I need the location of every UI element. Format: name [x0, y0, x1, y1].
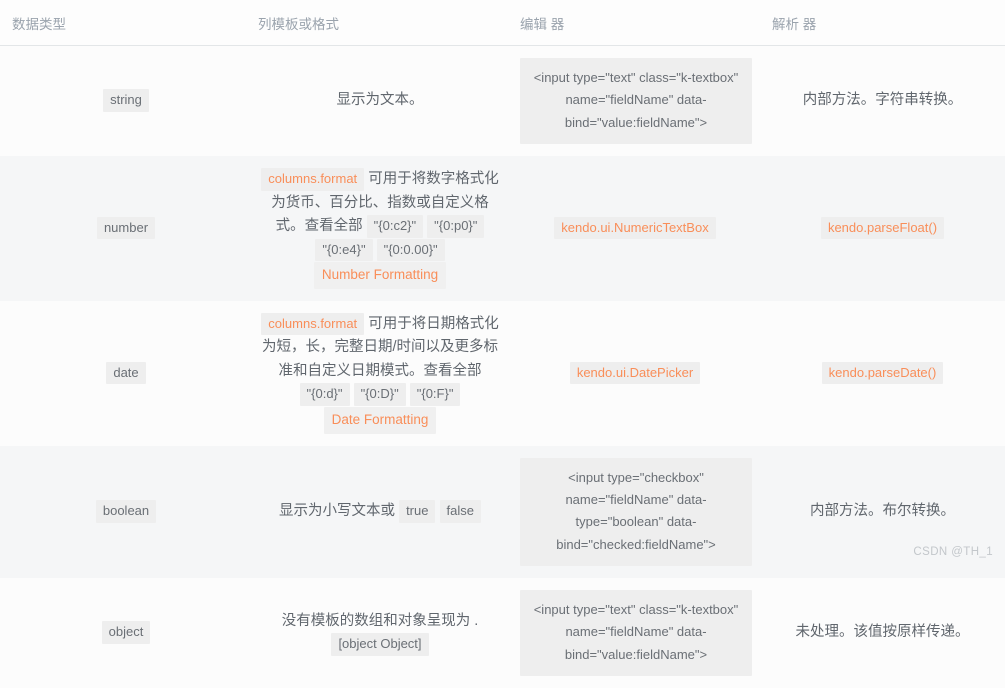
- table-row: string 显示为文本。 <input type="text" class="…: [0, 46, 1005, 157]
- cell-template: columns.format 可用于将数字格式化为货币、百分比、指数或自定义格式…: [250, 156, 510, 301]
- editor-code-block: <input type="text" class="k-textbox" nam…: [520, 58, 752, 144]
- data-type-reference-table: 数据类型 列模板或格式 编辑 器 解析 器 string 显示为文本。 <inp…: [0, 0, 1005, 688]
- editor-code-block: <input type="checkbox" name="fieldName" …: [520, 458, 752, 566]
- template-text: 没有模板的数组和对象呈现为 .: [282, 613, 479, 629]
- code-line: bind="value:fieldName">: [565, 115, 707, 130]
- cell-data-type: boolean: [0, 446, 250, 578]
- code-line: <input type="text" class="k-textbox": [534, 602, 739, 617]
- cell-template: 显示为小写文本或 true false: [250, 446, 510, 578]
- cell-parser: kendo.parseFloat(): [760, 156, 1005, 301]
- watermark: CSDN @TH_1: [913, 546, 993, 558]
- parser-code-link[interactable]: kendo.parseDate(): [822, 362, 944, 385]
- cell-data-type: string: [0, 46, 250, 157]
- cell-editor: kendo.ui.NumericTextBox: [510, 156, 760, 301]
- table-row: number columns.format 可用于将数字格式化为货币、百分比、指…: [0, 156, 1005, 301]
- date-formatting-link[interactable]: Date Formatting: [324, 407, 437, 434]
- value-badge-true: true: [399, 500, 435, 523]
- type-badge-boolean: boolean: [96, 500, 156, 523]
- cell-template: columns.format 可用于将日期格式化为短，长，完整日期/时间以及更多…: [250, 301, 510, 446]
- columns-format-code: columns.format: [261, 313, 364, 336]
- template-text: 显示为小写文本或: [279, 503, 399, 519]
- parser-text: 内部方法。布尔转换。: [810, 503, 955, 519]
- cell-template: 显示为文本。: [250, 46, 510, 157]
- table-header-row: 数据类型 列模板或格式 编辑 器 解析 器: [0, 0, 1005, 46]
- code-line: name="fieldName" data-: [565, 624, 706, 639]
- cell-template: 没有模板的数组和对象呈现为 . [object Object]: [250, 578, 510, 688]
- editor-code-link[interactable]: kendo.ui.DatePicker: [570, 362, 700, 385]
- type-badge-date: date: [106, 362, 145, 385]
- code-line: <input type="text" class="k-textbox": [534, 70, 739, 85]
- table-row: date columns.format 可用于将日期格式化为短，长，完整日期/时…: [0, 301, 1005, 446]
- editor-code-link[interactable]: kendo.ui.NumericTextBox: [554, 217, 715, 240]
- code-line: name="fieldName" data-: [565, 492, 706, 507]
- parser-text: 内部方法。字符串转换。: [803, 92, 963, 108]
- parser-code-link[interactable]: kendo.parseFloat(): [821, 217, 944, 240]
- column-header-parser: 解析 器: [760, 0, 1005, 46]
- type-badge-number: number: [97, 217, 155, 240]
- code-line: bind="checked:fieldName">: [556, 537, 716, 552]
- format-badge: "{0:e4}": [315, 239, 372, 262]
- table-row: object 没有模板的数组和对象呈现为 . [object Object] <…: [0, 578, 1005, 688]
- cell-parser: 内部方法。字符串转换。: [760, 46, 1005, 157]
- code-line: name="fieldName" data-: [565, 92, 706, 107]
- table-body: string 显示为文本。 <input type="text" class="…: [0, 46, 1005, 688]
- column-header-data-type: 数据类型: [0, 0, 250, 46]
- cell-parser: 内部方法。布尔转换。: [760, 446, 1005, 578]
- cell-parser: kendo.parseDate(): [760, 301, 1005, 446]
- cell-parser: 未处理。该值按原样传递。: [760, 578, 1005, 688]
- format-badge: "{0:p0}": [427, 215, 484, 238]
- cell-data-type: number: [0, 156, 250, 301]
- format-badge: "{0:c2}": [367, 215, 424, 238]
- cell-editor: <input type="text" class="k-textbox" nam…: [510, 46, 760, 157]
- code-line: type="boolean" data-: [576, 514, 697, 529]
- code-line: bind="value:fieldName">: [565, 647, 707, 662]
- cell-data-type: object: [0, 578, 250, 688]
- table-header: 数据类型 列模板或格式 编辑 器 解析 器: [0, 0, 1005, 46]
- cell-editor: <input type="text" class="k-textbox" nam…: [510, 578, 760, 688]
- parser-text: 未处理。该值按原样传递。: [796, 624, 970, 640]
- format-badge: "{0:F}": [410, 383, 461, 406]
- format-badge: "{0:0.00}": [377, 239, 445, 262]
- template-text: 显示为文本。: [337, 92, 424, 108]
- column-header-editor: 编辑 器: [510, 0, 760, 46]
- format-badge: "{0:D}": [354, 383, 406, 406]
- type-badge-object: object: [102, 621, 151, 644]
- value-badge-false: false: [440, 500, 481, 523]
- object-object-badge: [object Object]: [331, 633, 428, 656]
- cell-editor: <input type="checkbox" name="fieldName" …: [510, 446, 760, 578]
- cell-data-type: date: [0, 301, 250, 446]
- table-row: boolean 显示为小写文本或 true false <input type=…: [0, 446, 1005, 578]
- format-badge: "{0:d}": [300, 383, 350, 406]
- cell-editor: kendo.ui.DatePicker: [510, 301, 760, 446]
- code-line: <input type="checkbox": [568, 470, 704, 485]
- column-header-template: 列模板或格式: [250, 0, 510, 46]
- editor-code-block: <input type="text" class="k-textbox" nam…: [520, 590, 752, 676]
- number-formatting-link[interactable]: Number Formatting: [314, 262, 446, 289]
- columns-format-code: columns.format: [261, 168, 364, 191]
- type-badge-string: string: [103, 89, 149, 112]
